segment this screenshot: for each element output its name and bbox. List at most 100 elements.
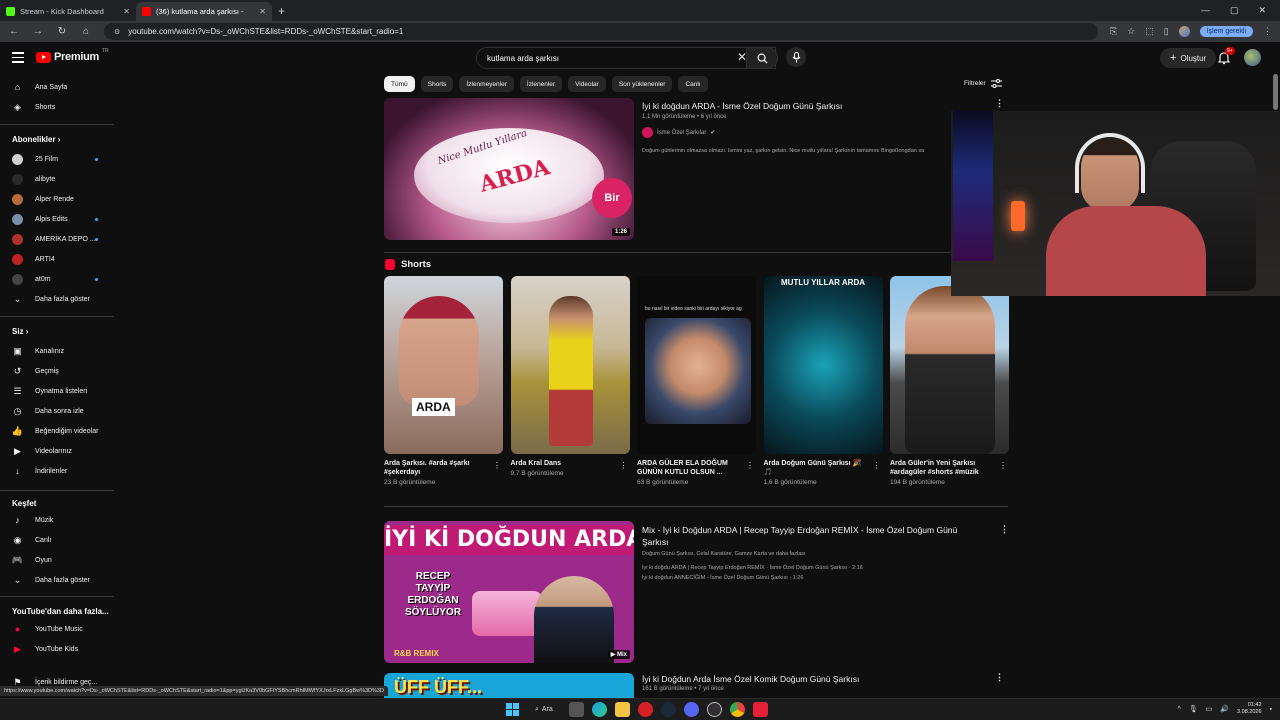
filter-chip[interactable]: Tümü — [384, 76, 415, 92]
more-actions-icon[interactable]: ⋮ — [620, 461, 628, 470]
account-avatar[interactable] — [1244, 49, 1261, 66]
channel-row[interactable]: İsme Özel Şarkılar ✔ — [642, 127, 715, 138]
mix-item[interactable]: İyi ki doğdu ARDA | Recep Tayyip Erdoğan… — [642, 565, 863, 571]
sidebar-item-subscription[interactable]: Alper Rende — [0, 190, 114, 208]
sidebar-item[interactable]: ☰ Oynatma listeleri — [0, 382, 114, 400]
notification-center-icon[interactable]: ▪ — [1270, 706, 1272, 713]
short-title[interactable]: Arda Doğum Günü Şarkısı 🎉 🎵 — [764, 459, 869, 477]
more-from-youtube-header[interactable]: YouTube'dan daha fazla... — [12, 607, 109, 616]
short-thumbnail[interactable] — [510, 276, 630, 454]
filter-chip[interactable]: Son yüklenenler — [611, 76, 673, 92]
filter-chip[interactable]: İzlenenler — [519, 76, 563, 92]
short-card[interactable]: bu nasıl bir video sanki biri ardayı sik… — [637, 276, 756, 486]
file-explorer-icon[interactable] — [614, 702, 630, 717]
sidebar-item[interactable]: 👍 Beğendiğim videolar — [0, 422, 114, 440]
youtube-premium-logo[interactable]: Premium TR — [36, 48, 109, 63]
search-input[interactable]: kutlama arda şarkısı ✕ — [476, 47, 776, 69]
sidebar-item[interactable]: ▶ YouTube Kids — [0, 640, 114, 658]
mix-item[interactable]: İyi ki doğdun ANNECİĞİM - İsme Özel Doğu… — [642, 575, 803, 581]
video-thumbnail[interactable]: Nice Mutlu Yıllara ARDA Bir 1:26 — [384, 98, 634, 240]
minimize-icon[interactable]: — — [1201, 5, 1210, 16]
taskbar-clock[interactable]: 01:42 3.08.2026 — [1237, 702, 1261, 716]
home-icon[interactable]: ⌂ — [80, 26, 92, 37]
short-thumbnail[interactable] — [890, 276, 1009, 454]
app-red-icon[interactable] — [752, 702, 768, 717]
sidebar-item[interactable]: ● YouTube Music — [0, 620, 114, 638]
page-scrollbar[interactable] — [1273, 74, 1278, 110]
volume-icon[interactable]: 🔊 — [1220, 705, 1229, 713]
search-button[interactable] — [746, 47, 778, 69]
browser-tab-youtube[interactable]: (36) kutlama arda şarkısı - YouTube ✕ — [136, 2, 272, 21]
sidebar-item[interactable]: ↓ İndirilenler — [0, 462, 114, 480]
short-card[interactable]: Arda Güler'in Yeni Şarkısı #ardagüler #s… — [890, 276, 1009, 486]
you-header[interactable]: Siz › — [12, 327, 28, 336]
extensions-icon[interactable]: ⬚ — [1145, 26, 1154, 37]
back-icon[interactable]: ← — [8, 26, 20, 37]
sidebar-item-subscription[interactable]: Alpis Edits — [0, 210, 114, 228]
more-actions-icon[interactable]: ⋮ — [873, 461, 881, 470]
sidebar-item-subscription[interactable]: 25 Film — [0, 150, 114, 168]
more-actions-icon[interactable]: ⋮ — [493, 461, 501, 470]
sidebar-item[interactable]: ◈ Shorts — [0, 98, 114, 116]
video-title[interactable]: İyi ki Doğdun Arda İsme Özel Komik Doğum… — [642, 674, 859, 684]
short-title[interactable]: Arda Kral Dans — [511, 459, 616, 468]
sidebar-item[interactable]: ↺ Geçmiş — [0, 362, 114, 380]
filter-chip[interactable]: Canlı — [678, 76, 708, 92]
browser-menu-icon[interactable]: ⋮ — [1263, 26, 1272, 37]
sidebar-item[interactable]: 🎮 Oyun — [0, 551, 114, 569]
close-tab-icon[interactable]: ✕ — [123, 7, 130, 16]
show-more-button[interactable]: ⌄ Daha fazla göster — [0, 571, 114, 589]
short-thumbnail[interactable]: ARDA — [384, 276, 503, 454]
site-info-icon[interactable]: ⚙ — [114, 28, 120, 36]
forward-icon[interactable]: → — [32, 26, 44, 37]
video-title[interactable]: İyi ki doğdun ARDA - İsme Özel Doğum Gün… — [642, 101, 842, 111]
more-actions-icon[interactable]: ⋮ — [995, 672, 1004, 683]
new-tab-button[interactable]: + — [278, 4, 285, 18]
sidebar-item[interactable]: ▶ Videolarınız — [0, 442, 114, 460]
opera-icon[interactable] — [637, 702, 653, 717]
short-thumbnail[interactable]: bu nasıl bir video sanki biri ardayı sik… — [637, 276, 756, 454]
browser-profile-avatar[interactable] — [1178, 26, 1190, 37]
create-button[interactable]: + Oluştur — [1160, 48, 1217, 68]
sidebar-item[interactable]: ♪ Müzik — [0, 511, 114, 529]
video-title[interactable]: Mix - İyi ki Doğdun ARDA | Recep Tayyip … — [642, 524, 982, 548]
network-icon[interactable]: ▭ — [1206, 705, 1213, 713]
short-card[interactable]: Arda Kral Dans 9,7 B görüntüleme ⋮ — [510, 276, 630, 477]
more-actions-icon[interactable]: ⋮ — [995, 98, 1004, 109]
sidebar-item-subscription[interactable]: AMERİKA DEPO ... — [0, 230, 114, 248]
filter-chip[interactable]: Shorts — [420, 76, 454, 92]
discord-icon[interactable] — [683, 702, 699, 717]
obs-icon[interactable] — [706, 702, 722, 717]
short-title[interactable]: Arda Güler'in Yeni Şarkısı #ardagüler #s… — [890, 459, 995, 477]
mic-tray-icon[interactable]: 🎙 — [1189, 705, 1198, 713]
sidebar-toggle-icon[interactable]: ▯ — [1164, 26, 1169, 37]
close-tab-icon[interactable]: ✕ — [259, 7, 266, 16]
task-view-icon[interactable] — [568, 702, 584, 717]
sidebar-item[interactable]: ◷ Daha sonra izle — [0, 402, 114, 420]
guide-menu-icon[interactable] — [12, 52, 24, 66]
more-actions-icon[interactable]: ⋮ — [1000, 524, 1009, 535]
close-window-icon[interactable]: ✕ — [1258, 5, 1266, 16]
short-card[interactable]: MUTLU YILLAR ARDA Arda Doğum Günü Şarkısı… — [763, 276, 883, 486]
short-title[interactable]: ARDA GÜLER ELA DOĞUM GÜNÜN KUTLU OLSUN .… — [637, 459, 742, 477]
filter-chip[interactable]: Videolar — [568, 76, 606, 92]
sidebar-item[interactable]: ▣ Kanalınız — [0, 342, 114, 360]
more-actions-icon[interactable]: ⋮ — [999, 461, 1007, 470]
short-title[interactable]: Arda Şarkısı. #arda #şarkı #şekerdayı — [384, 459, 489, 477]
tray-chevron-icon[interactable]: ^ — [1178, 706, 1181, 713]
sidebar-item-subscription[interactable]: ARTI4 — [0, 250, 114, 268]
show-more-button[interactable]: ⌄ Daha fazla göster — [0, 290, 114, 308]
filters-button[interactable]: Filtreler — [964, 79, 1002, 88]
filter-chip[interactable]: İzlenmeyenler — [459, 76, 514, 92]
reload-icon[interactable]: ↻ — [56, 26, 68, 37]
start-icon[interactable] — [506, 703, 519, 716]
voice-search-button[interactable] — [786, 47, 806, 67]
short-thumbnail[interactable]: MUTLU YILLAR ARDA — [763, 276, 883, 454]
edge-icon[interactable] — [591, 702, 607, 717]
steam-icon[interactable] — [660, 702, 676, 717]
sidebar-item-subscription[interactable]: at0m — [0, 270, 114, 288]
subscriptions-header[interactable]: Abonelikler › — [12, 135, 60, 144]
more-actions-icon[interactable]: ⋮ — [746, 461, 754, 470]
maximize-icon[interactable]: ▢ — [1230, 5, 1239, 16]
bookmark-star-icon[interactable]: ☆ — [1127, 26, 1135, 37]
